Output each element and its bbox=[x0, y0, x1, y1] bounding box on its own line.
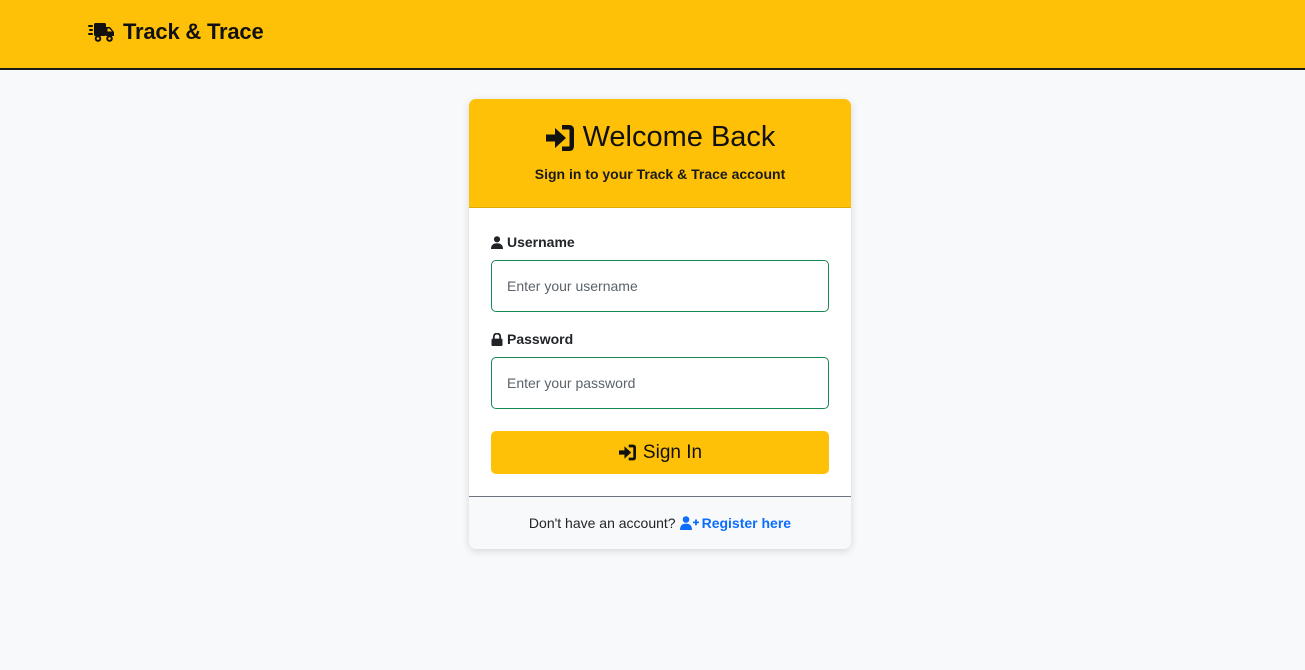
login-card-footer: Don't have an account? Register here bbox=[469, 496, 851, 549]
sign-in-button[interactable]: Sign In bbox=[491, 431, 829, 474]
password-input[interactable] bbox=[491, 357, 829, 409]
truck-fast-icon bbox=[88, 20, 115, 44]
brand-name: Track & Trace bbox=[123, 19, 264, 44]
login-subtitle: Sign in to your Track & Trace account bbox=[534, 166, 786, 182]
register-link[interactable]: Register here bbox=[679, 515, 792, 531]
register-prompt: Don't have an account? bbox=[528, 515, 676, 531]
sign-in-icon bbox=[545, 124, 575, 152]
lock-icon bbox=[491, 332, 503, 346]
page-title: Welcome Back bbox=[582, 121, 776, 153]
login-card: Welcome Back Sign in to your Track & Tra… bbox=[469, 99, 851, 549]
password-label-text: Password bbox=[507, 331, 574, 347]
sign-in-label: Sign In bbox=[642, 441, 703, 463]
brand-link[interactable]: Track & Trace bbox=[88, 19, 264, 45]
user-icon bbox=[491, 235, 503, 249]
username-label: Username bbox=[491, 234, 575, 250]
user-plus-icon bbox=[679, 516, 699, 530]
password-label: Password bbox=[491, 331, 573, 347]
login-card-header: Welcome Back Sign in to your Track & Tra… bbox=[469, 99, 851, 208]
username-label-text: Username bbox=[507, 234, 575, 250]
sign-in-icon bbox=[618, 444, 637, 461]
register-link-label: Register here bbox=[701, 515, 792, 531]
username-input[interactable] bbox=[491, 260, 829, 312]
welcome-heading: Welcome Back bbox=[469, 121, 851, 154]
top-navbar: Track & Trace bbox=[0, 0, 1305, 70]
